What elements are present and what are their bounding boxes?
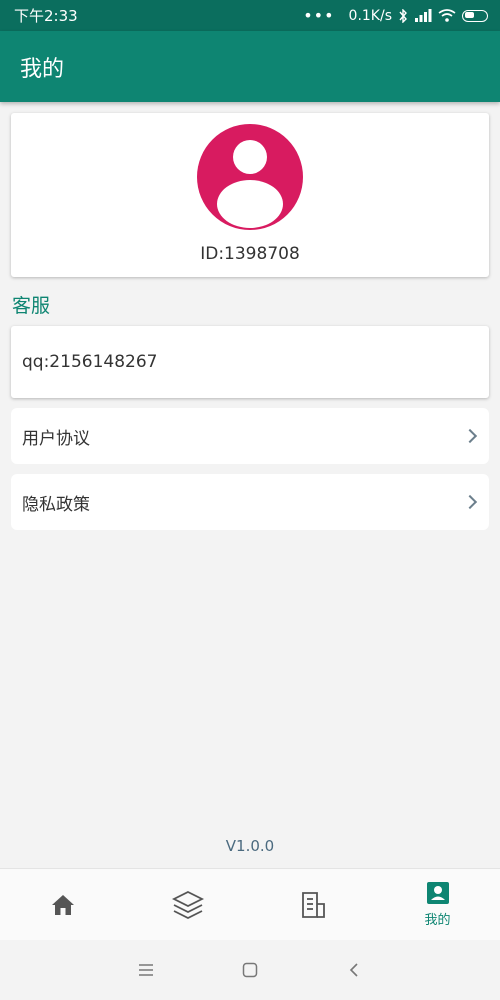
nav-layers[interactable] <box>125 869 250 940</box>
nav-profile-label: 我的 <box>424 913 451 928</box>
qq-number: qq:2156148267 <box>22 352 158 372</box>
back-icon[interactable] <box>342 958 366 982</box>
system-nav <box>0 940 500 1000</box>
privacy-policy-item[interactable]: 隐私政策 <box>11 474 489 530</box>
profile-icon <box>426 882 449 904</box>
battery-icon <box>462 9 488 22</box>
app-version: V1.0.0 <box>225 837 275 855</box>
page-title: 我的 <box>20 56 65 82</box>
chevron-right-icon <box>462 428 478 444</box>
network-speed: 0.1K/s <box>348 7 392 24</box>
bottom-nav: 我的 <box>0 868 500 940</box>
document-icon <box>301 891 325 918</box>
user-id: ID:1398708 <box>200 244 300 264</box>
qq-contact-card[interactable]: qq:2156148267 <box>11 326 489 398</box>
menu-icon[interactable] <box>134 958 158 982</box>
app-bar: 我的 <box>0 31 500 102</box>
nav-profile[interactable]: 我的 <box>375 869 500 940</box>
person-avatar-icon[interactable] <box>197 124 303 230</box>
bluetooth-icon <box>399 8 407 23</box>
profile-card: ID:1398708 <box>11 113 489 277</box>
nav-home[interactable] <box>0 869 125 940</box>
status-icons: ••• 0.1K/s <box>303 6 488 25</box>
status-bar: 下午2:33 ••• 0.1K/s <box>0 0 500 31</box>
customer-service-label: 客服 <box>12 295 51 317</box>
nav-document[interactable] <box>250 869 375 940</box>
wifi-icon <box>438 9 456 22</box>
user-agreement-label: 用户协议 <box>22 428 90 449</box>
chevron-right-icon <box>462 494 478 510</box>
home-square-icon[interactable] <box>238 958 262 982</box>
more-dots: ••• <box>303 6 335 25</box>
privacy-policy-label: 隐私政策 <box>22 494 90 515</box>
home-icon <box>51 894 74 915</box>
status-time: 下午2:33 <box>14 7 78 25</box>
user-agreement-item[interactable]: 用户协议 <box>11 408 489 464</box>
layers-icon <box>171 890 204 919</box>
signal-icon <box>415 9 432 22</box>
